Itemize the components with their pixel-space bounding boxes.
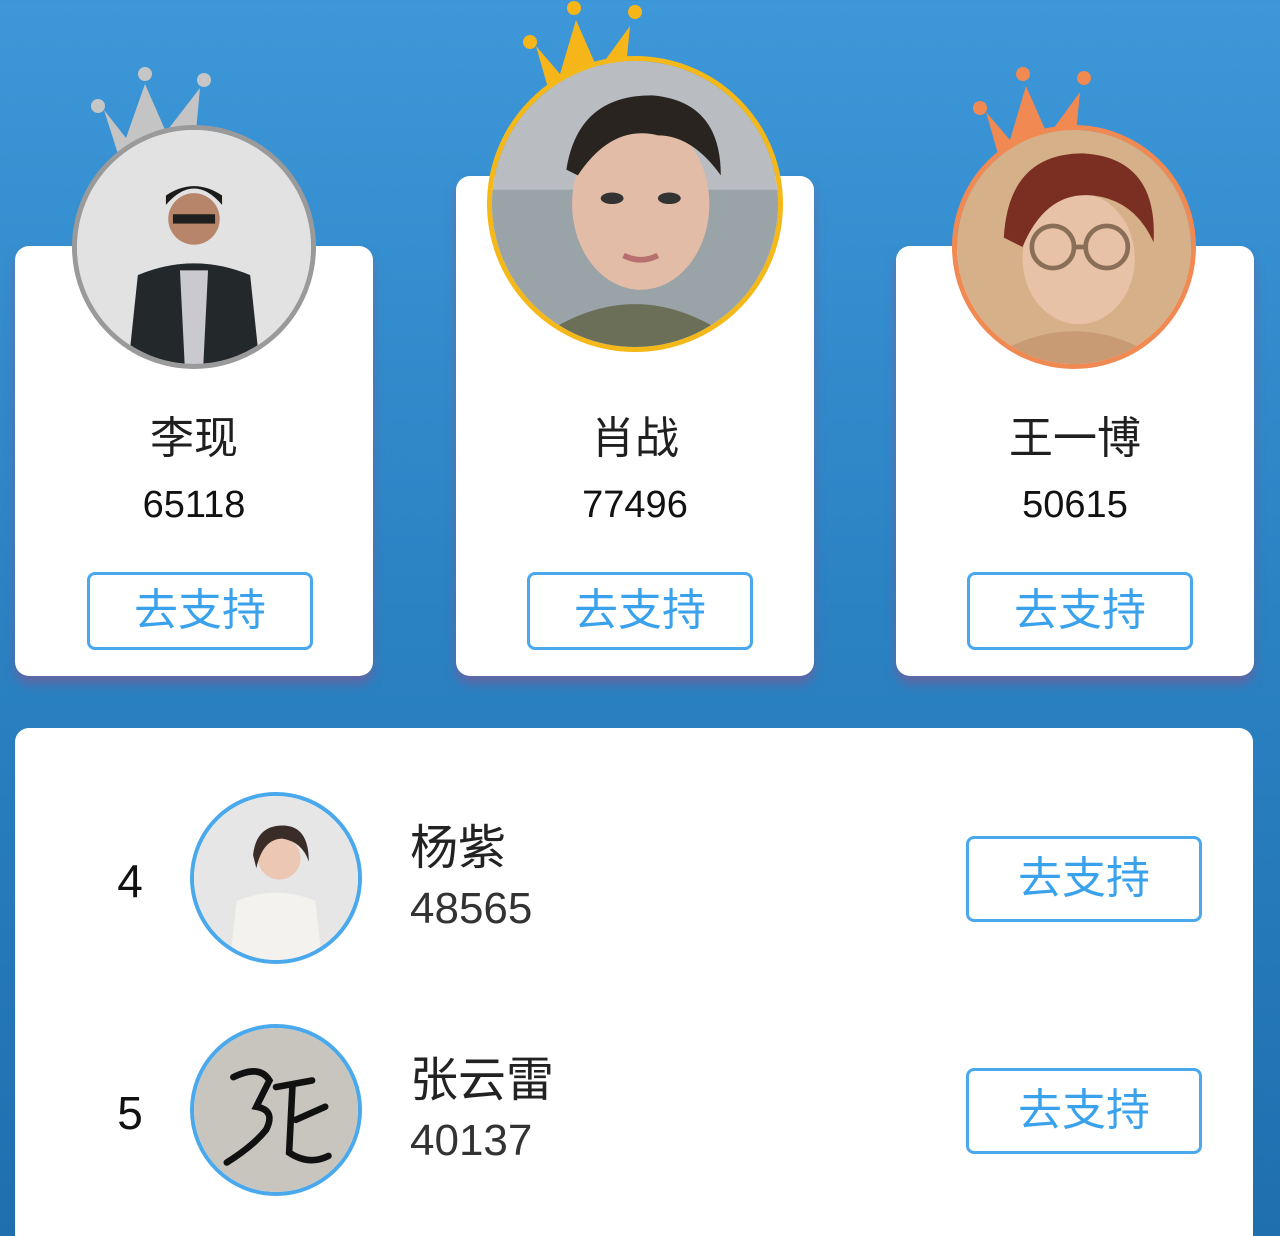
list-item-name: 杨紫 — [410, 820, 507, 876]
avatar[interactable] — [952, 125, 1196, 369]
support-button[interactable]: 去支持 — [966, 1068, 1202, 1154]
podium-score: 65118 — [142, 484, 246, 526]
support-button[interactable]: 去支持 — [967, 572, 1193, 650]
avatar[interactable] — [487, 56, 783, 352]
ranking-list — [15, 728, 1253, 1236]
podium-score: 77496 — [582, 484, 688, 526]
podium-name: 肖战 — [591, 413, 679, 464]
avatar[interactable] — [190, 792, 362, 964]
rank-number: 4 — [117, 855, 143, 907]
rank-number: 5 — [117, 1087, 143, 1139]
podium-name: 王一博 — [1009, 413, 1141, 464]
list-item-score: 48565 — [410, 884, 533, 933]
support-button[interactable]: 去支持 — [966, 836, 1202, 922]
support-button[interactable]: 去支持 — [527, 572, 753, 650]
podium-name: 李现 — [150, 413, 238, 464]
support-button[interactable]: 去支持 — [87, 572, 313, 650]
list-item-score: 40137 — [410, 1116, 533, 1165]
avatar[interactable] — [190, 1024, 362, 1196]
list-item-name: 张云雷 — [410, 1052, 555, 1108]
podium-score: 50615 — [1022, 484, 1128, 526]
avatar[interactable] — [72, 125, 316, 369]
